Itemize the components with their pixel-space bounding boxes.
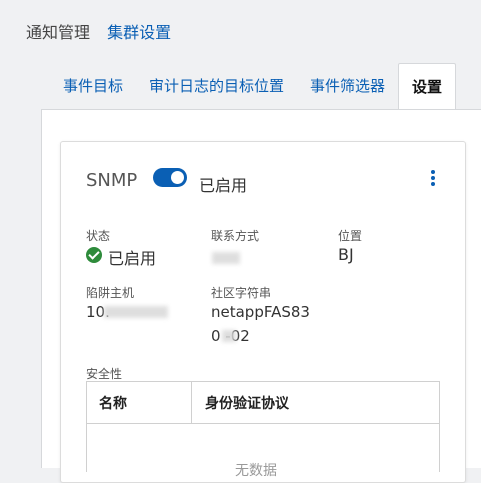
column-header-auth-protocol[interactable]: 身份验证协议 bbox=[205, 382, 289, 426]
community-label: 社区字符串 bbox=[211, 286, 272, 300]
status-label: 状态 bbox=[86, 229, 111, 243]
tab-event-filters[interactable]: 事件筛选器 bbox=[297, 63, 398, 109]
breadcrumb: 通知管理 集群设置 bbox=[26, 19, 171, 43]
security-table: 名称 身份验证协议 bbox=[86, 381, 440, 472]
redacted-trap-host bbox=[104, 306, 168, 318]
redacted-community bbox=[222, 330, 236, 342]
snmp-enable-toggle[interactable] bbox=[153, 168, 187, 187]
redacted-contact bbox=[212, 252, 240, 264]
snmp-title: SNMP bbox=[86, 170, 138, 191]
breadcrumb-root: 通知管理 bbox=[26, 23, 91, 42]
location-value: BJ bbox=[338, 245, 354, 264]
breadcrumb-current-link[interactable]: 集群设置 bbox=[107, 23, 171, 42]
community-value-line1: netappFAS83 bbox=[211, 303, 310, 321]
more-vertical-icon[interactable] bbox=[428, 170, 438, 188]
tab-audit-log-destinations[interactable]: 审计日志的目标位置 bbox=[136, 63, 297, 109]
status-value: 已启用 bbox=[108, 249, 157, 268]
trap-host-label: 陷阱主机 bbox=[86, 286, 135, 300]
contact-label: 联系方式 bbox=[211, 229, 260, 243]
empty-table-text: 无数据 bbox=[235, 463, 277, 479]
toggle-label: 已启用 bbox=[199, 176, 248, 195]
check-circle-icon bbox=[86, 247, 102, 263]
location-label: 位置 bbox=[338, 229, 363, 243]
column-divider bbox=[191, 382, 192, 423]
security-table-header: 名称 身份验证协议 bbox=[87, 382, 439, 424]
tab-bar: 事件目标 审计日志的目标位置 事件筛选器 设置 bbox=[50, 63, 457, 111]
tab-event-destinations[interactable]: 事件目标 bbox=[50, 63, 136, 109]
tab-settings[interactable]: 设置 bbox=[398, 63, 457, 111]
toggle-knob bbox=[171, 171, 184, 184]
security-label: 安全性 bbox=[86, 367, 123, 381]
column-header-name[interactable]: 名称 bbox=[99, 382, 127, 426]
